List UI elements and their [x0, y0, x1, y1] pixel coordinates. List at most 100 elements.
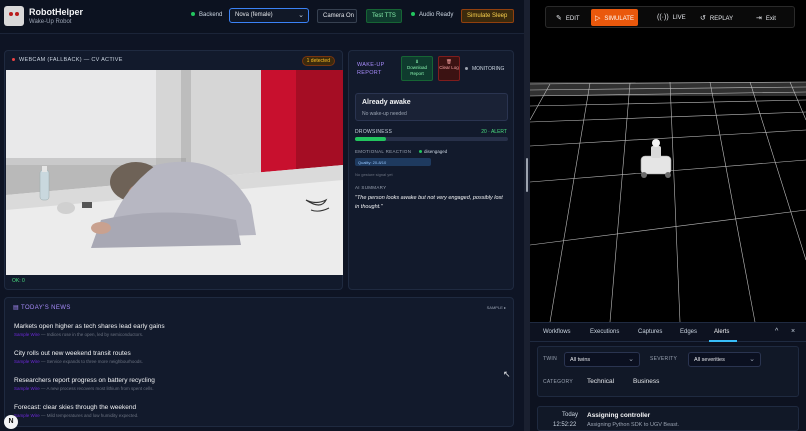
- clear-log-button[interactable]: 🗑 Clear Log: [438, 56, 460, 81]
- twin-filter-label: TWIN: [543, 356, 557, 362]
- wake-up-report-panel: WAKE-UP REPORT ⬇ Download Report 🗑 Clear L…: [348, 50, 514, 290]
- news-meta: Sample Wire — Mild temperatures and low …: [14, 413, 139, 418]
- news-meta: Sample Wire — A new process recovers mos…: [14, 386, 154, 391]
- active-tab-indicator: [709, 340, 737, 342]
- news-headline: City rolls out new weekend transit route…: [14, 350, 131, 357]
- news-title: ▤ TODAY'S NEWS: [13, 304, 71, 311]
- news-headline: Forecast: clear skies through the weeken…: [14, 404, 137, 411]
- detected-badge: 1 detected: [301, 56, 335, 66]
- news-item[interactable]: Markets open higher as tech shares lead …: [14, 323, 494, 337]
- resize-handle[interactable]: [526, 158, 528, 192]
- webcam-header: WEBCAM (FALLBACK) — CV ACTIVE: [12, 57, 123, 63]
- news-item[interactable]: City rolls out new weekend transit route…: [14, 350, 494, 364]
- 3d-scene[interactable]: [529, 60, 806, 323]
- voice-select[interactable]: Nova (female) ⌄: [229, 8, 309, 23]
- simulate-sleep-button[interactable]: Simulate Sleep: [461, 9, 514, 23]
- app-logo: [4, 6, 24, 26]
- edit-mode-button[interactable]: ✎ EDIT: [552, 9, 584, 26]
- ai-summary-label: AI SUMMARY: [355, 185, 387, 190]
- chevron-down-icon: ⌄: [628, 356, 634, 363]
- tab-captures[interactable]: Captures: [638, 329, 662, 335]
- news-meta: Sample Wire — Indices rose in the open, …: [14, 332, 144, 337]
- monitoring-dot-icon: [465, 67, 468, 71]
- logo-eye-left: [9, 12, 13, 16]
- news-summary: Service expands to three more neighbourh…: [46, 359, 143, 364]
- tab-edges[interactable]: Edges: [680, 329, 697, 335]
- news-meta: Sample Wire — Service expands to three m…: [14, 359, 143, 364]
- news-source: Sample Wire: [14, 386, 40, 391]
- emotion-tag: disengaged: [419, 149, 447, 154]
- live-mode-button[interactable]: ((·)) LIVE: [653, 9, 690, 26]
- live-mode-label: LIVE: [672, 15, 686, 21]
- alert-time: 12:52:22: [553, 422, 577, 428]
- simulate-mode-button[interactable]: ▷ SIMULATE: [591, 9, 638, 26]
- news-item[interactable]: Researchers report progress on battery r…: [14, 377, 494, 391]
- news-title-label: TODAY'S NEWS: [21, 305, 71, 311]
- drowsiness-bar-fill: [355, 137, 386, 141]
- exit-button[interactable]: ⇥ Exit: [752, 9, 780, 26]
- twin-select-value: All twins: [570, 357, 591, 363]
- monitoring-status: MONITORING: [465, 66, 504, 72]
- robot-model: [640, 139, 672, 178]
- robot-helper-app: RobotHelper Wake-Up Robot Backend Nova (…: [0, 0, 524, 431]
- mouse-cursor-icon: ↖: [503, 369, 511, 379]
- tab-alerts[interactable]: Alerts: [714, 329, 729, 335]
- alert-description: Assigning Python SDK to UGV Beast.: [587, 422, 680, 428]
- severity-select[interactable]: All severities ⌄: [688, 352, 761, 367]
- news-headline: Researchers report progress on battery r…: [14, 377, 155, 384]
- drowsiness-value: 20 · ALERT: [481, 129, 507, 135]
- news-source: Sample Wire: [14, 413, 40, 418]
- monitoring-label: MONITORING: [472, 66, 505, 72]
- webcam-image: [6, 70, 343, 275]
- screen: RobotHelper Wake-Up Robot Backend Nova (…: [0, 0, 806, 431]
- news-item[interactable]: Forecast: clear skies through the weeken…: [14, 404, 494, 418]
- collapse-icon[interactable]: ^: [775, 328, 778, 335]
- news-summary: Mild temperatures and low humidity expec…: [46, 413, 139, 418]
- news-summary: Indices rose in the open, led by semicon…: [46, 332, 144, 337]
- panel-tabs: Workflows Executions Captures Edges Aler…: [530, 323, 806, 342]
- app-subtitle: Wake-Up Robot: [29, 19, 72, 25]
- news-source: Sample Wire: [14, 332, 40, 337]
- twin-select[interactable]: All twins ⌄: [564, 352, 640, 367]
- alert-title: Assigning controller: [587, 412, 651, 419]
- chevron-down-icon: ⌄: [298, 12, 304, 19]
- state-card: Already awake No wake-up needed: [355, 93, 508, 121]
- newspaper-icon: ▤: [13, 305, 22, 311]
- tab-workflows[interactable]: Workflows: [543, 329, 571, 335]
- clear-log-label: Clear Log: [439, 65, 459, 70]
- play-icon: ▷: [595, 15, 601, 22]
- test-tts-button[interactable]: Test TTS: [366, 9, 402, 23]
- status-dot-icon: [411, 12, 415, 17]
- news-summary: A new process recovers most lithium from…: [46, 386, 154, 391]
- webcam-panel: WEBCAM (FALLBACK) — CV ACTIVE 1 detected: [4, 50, 343, 290]
- audio-status: Audio Ready: [411, 12, 453, 18]
- status-dot-icon: [191, 12, 195, 17]
- mode-toolbar: ✎ EDIT ▷ SIMULATE ((·)) LIVE ↺ REPLAY ⇥ Exit: [545, 6, 795, 28]
- camera-on-button[interactable]: Camera On: [317, 9, 357, 23]
- chevron-down-icon: ⌄: [749, 356, 755, 363]
- tab-executions[interactable]: Executions: [590, 329, 619, 335]
- replay-mode-label: REPLAY: [709, 16, 734, 22]
- replay-mode-button[interactable]: ↺ REPLAY: [696, 9, 737, 26]
- news-source: Sample Wire: [14, 359, 40, 364]
- audio-status-label: Audio Ready: [419, 12, 454, 18]
- broadcast-icon: ((·)): [657, 14, 669, 21]
- download-report-button[interactable]: ⬇ Download Report: [401, 56, 433, 81]
- gesture-status: No gesture signal yet: [355, 172, 393, 177]
- close-icon[interactable]: ×: [791, 328, 795, 335]
- severity-filter-label: SEVERITY: [650, 356, 678, 362]
- backend-status: Backend: [191, 12, 222, 18]
- exit-icon: ⇥: [756, 15, 762, 22]
- webcam-feed: [6, 70, 343, 275]
- drowsiness-label: DROWSINESS: [355, 129, 393, 135]
- news-panel: ▤ TODAY'S NEWS SAMPLE ▸ Markets open hig…: [4, 297, 514, 427]
- alert-item[interactable]: Today 12:52:22 Assigning controller Assi…: [537, 406, 799, 431]
- n-badge[interactable]: N: [4, 415, 18, 429]
- news-headline: Markets open higher as tech shares lead …: [14, 323, 165, 330]
- ai-summary-text: "The person looks awake but not very eng…: [355, 195, 503, 210]
- category-technical[interactable]: Technical: [587, 378, 614, 385]
- emotion-tag-label: disengaged: [424, 149, 448, 154]
- webcam-status: OK: 0: [12, 278, 25, 284]
- category-business[interactable]: Business: [633, 378, 659, 385]
- top-bar: RobotHelper Wake-Up Robot Backend Nova (…: [0, 0, 524, 34]
